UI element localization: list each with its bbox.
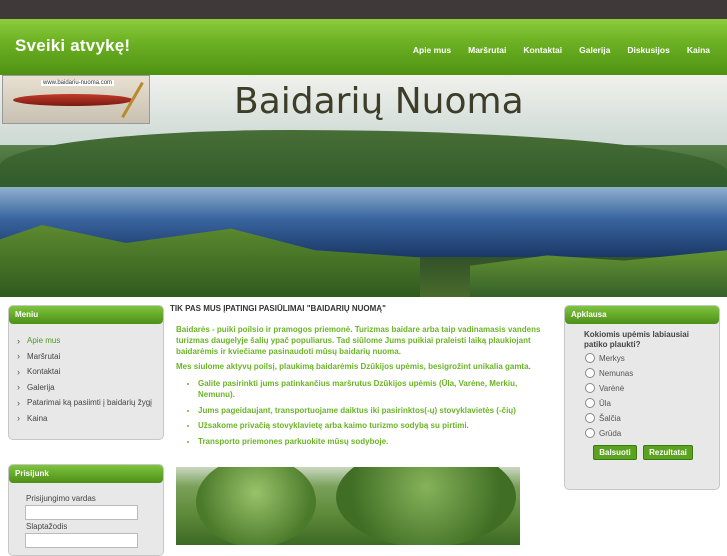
list-item: Jums pageidaujant, transportuojame daikt… bbox=[198, 405, 556, 416]
poll-option-gruda[interactable]: Grūda bbox=[585, 428, 621, 438]
radio-button[interactable] bbox=[585, 413, 595, 423]
top-bar bbox=[0, 0, 727, 19]
chevron-right-icon: › bbox=[17, 413, 20, 424]
results-button[interactable]: Rezultatai bbox=[643, 445, 693, 460]
poll-option-merkys[interactable]: Merkys bbox=[585, 353, 625, 363]
vote-button[interactable]: Balsuoti bbox=[593, 445, 637, 460]
intro-paragraph: Baidarės - puiki poilsio ir pramogos pri… bbox=[176, 325, 541, 356]
kayak-icon bbox=[13, 94, 133, 106]
radio-button[interactable] bbox=[585, 383, 595, 393]
nav-kaina[interactable]: Kaina bbox=[687, 45, 710, 55]
chevron-right-icon: › bbox=[17, 335, 20, 346]
menu-list: › Apie mus › Maršrutai › Kontaktai › Galerij… bbox=[17, 333, 152, 426]
menu-item-galerija[interactable]: › Galerija bbox=[17, 380, 152, 396]
forest-photo bbox=[176, 467, 520, 545]
poll-panel-title: Apklausa bbox=[565, 306, 719, 324]
chevron-right-icon: › bbox=[17, 366, 20, 377]
list-item: Galite pasirinkti jums patinkančius marš… bbox=[198, 378, 556, 400]
poll-option-salcia[interactable]: Šalčia bbox=[585, 413, 621, 423]
chevron-right-icon: › bbox=[17, 397, 20, 408]
content-body: Baidarės - puiki poilsio ir pramogos pri… bbox=[176, 324, 556, 451]
radio-button[interactable] bbox=[585, 398, 595, 408]
site-header: Sveiki atvykę! Apie mus Maršrutai Kontak… bbox=[0, 19, 727, 75]
banner-title: Baidarių Nuoma bbox=[234, 81, 524, 122]
username-input[interactable] bbox=[25, 505, 138, 520]
radio-button[interactable] bbox=[585, 428, 595, 438]
menu-item-kontaktai[interactable]: › Kontaktai bbox=[17, 364, 152, 380]
radio-button[interactable] bbox=[585, 353, 595, 363]
chevron-right-icon: › bbox=[17, 351, 20, 362]
poll-option-ula[interactable]: Ūla bbox=[585, 398, 611, 408]
password-label: Slaptažodis bbox=[26, 522, 68, 531]
logo-url: www.baidariu-nuoma.com bbox=[41, 80, 115, 86]
site-title: Sveiki atvykę! bbox=[15, 36, 131, 55]
menu-item-patarimai[interactable]: › Patarimai ką pasiimti į baidarių žygį bbox=[17, 395, 152, 411]
kayak-logo: www.baidariu-nuoma.com bbox=[2, 75, 150, 124]
menu-panel-title: Meniu bbox=[9, 306, 163, 324]
poll-option-varene[interactable]: Varėnė bbox=[585, 383, 624, 393]
offer-list: Galite pasirinkti jums patinkančius marš… bbox=[176, 378, 556, 447]
menu-item-kaina[interactable]: › Kaina bbox=[17, 411, 152, 427]
password-input[interactable] bbox=[25, 533, 138, 548]
menu-item-marsrutai[interactable]: › Maršrutai bbox=[17, 349, 152, 365]
nav-apie-mus[interactable]: Apie mus bbox=[413, 45, 451, 55]
nav-galerija[interactable]: Galerija bbox=[579, 45, 610, 55]
menu-item-apie-mus[interactable]: › Apie mus bbox=[17, 333, 152, 349]
radio-button[interactable] bbox=[585, 368, 595, 378]
poll-option-nemunas[interactable]: Nemunas bbox=[585, 368, 633, 378]
poll-question: Kokiomis upėmis labiausiai patiko plaukt… bbox=[584, 330, 689, 349]
username-label: Prisijungimo vardas bbox=[26, 494, 96, 503]
content-title: TIK PAS MUS ĮPATINGI PASIŪLIMAI "BAIDARI… bbox=[170, 304, 386, 313]
nav-kontaktai[interactable]: Kontaktai bbox=[523, 45, 562, 55]
login-panel-title: Prisijunk bbox=[9, 465, 163, 483]
main-nav: Apie mus Maršrutai Kontaktai Galerija Di… bbox=[396, 45, 710, 55]
offer-paragraph: Mes siulome aktyvų poilsį, plaukimą baid… bbox=[176, 362, 531, 371]
menu-panel: Meniu › Apie mus › Maršrutai › Kontaktai › G… bbox=[8, 305, 164, 440]
banner-image: www.baidariu-nuoma.com Baidarių Nuoma bbox=[0, 75, 727, 297]
list-item: Transporto priemones parkuokite mūsų sod… bbox=[198, 436, 556, 447]
nav-marsrutai[interactable]: Maršrutai bbox=[468, 45, 506, 55]
nav-diskusijos[interactable]: Diskusijos bbox=[627, 45, 670, 55]
chevron-right-icon: › bbox=[17, 382, 20, 393]
list-item: Užsakome privačią stovyklavietę arba kai… bbox=[198, 420, 556, 431]
